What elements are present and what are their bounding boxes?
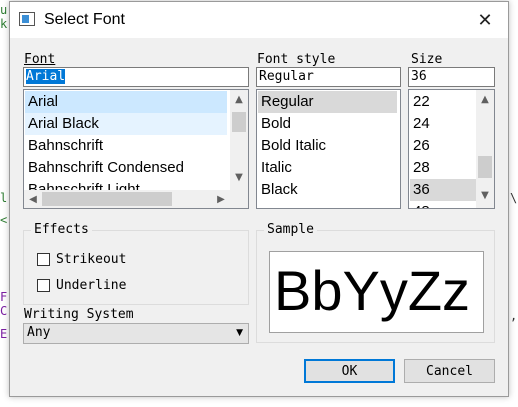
- list-item[interactable]: 36: [410, 179, 477, 201]
- sample-text: BbYyZz: [274, 259, 471, 322]
- scroll-up-icon[interactable]: ▲: [476, 90, 494, 108]
- cancel-button[interactable]: Cancel: [404, 359, 495, 383]
- list-item[interactable]: 22: [410, 91, 477, 113]
- scroll-thumb[interactable]: [232, 112, 246, 132]
- background-fragment: k: [0, 17, 8, 31]
- select-font-dialog: Select Font ✕ Font Arial Arial Arial Bla…: [9, 1, 509, 397]
- title-bar: Select Font ✕: [10, 2, 508, 38]
- list-item[interactable]: Black: [258, 179, 397, 201]
- list-item[interactable]: Bahnschrift: [25, 135, 227, 157]
- effects-group: Effects Strikeout Underline: [23, 222, 249, 305]
- size-list[interactable]: 22 24 26 28 36 48 ▲ ▼: [408, 89, 495, 209]
- list-item[interactable]: Italic: [258, 157, 397, 179]
- background-fragment: <: [0, 213, 8, 227]
- effects-group-title: Effects: [31, 222, 92, 237]
- font-style-list[interactable]: Regular Bold Bold Italic Italic Black: [256, 89, 401, 209]
- size-list-vertical-scrollbar[interactable]: ▲ ▼: [476, 90, 494, 208]
- chevron-down-icon: ▼: [236, 328, 243, 338]
- writing-system-select[interactable]: Any ▼: [23, 323, 249, 344]
- font-list-vertical-scrollbar[interactable]: ▲ ▼: [230, 90, 248, 190]
- writing-system-label: Writing System: [24, 307, 134, 322]
- font-style-input[interactable]: Regular: [256, 67, 401, 87]
- background-fragment: \: [510, 191, 518, 205]
- size-label: Size: [411, 52, 443, 67]
- list-item[interactable]: 48: [410, 201, 477, 208]
- ok-button[interactable]: OK: [304, 359, 395, 383]
- underline-label: Underline: [56, 278, 127, 293]
- underline-checkbox[interactable]: [37, 279, 50, 292]
- scroll-thumb[interactable]: [42, 192, 172, 206]
- scroll-left-icon[interactable]: ◀: [24, 190, 42, 208]
- scroll-down-icon[interactable]: ▼: [230, 168, 248, 186]
- strikeout-label: Strikeout: [56, 252, 127, 267]
- background-fragment: C: [0, 304, 8, 318]
- scroll-right-icon[interactable]: ▶: [212, 190, 230, 208]
- font-label: Font: [24, 52, 56, 67]
- close-button[interactable]: ✕: [462, 2, 508, 38]
- background-fragment: u: [0, 3, 8, 17]
- list-item[interactable]: Arial Black: [25, 113, 227, 135]
- strikeout-checkbox[interactable]: [37, 253, 50, 266]
- font-name-selected-text: Arial: [26, 69, 66, 84]
- background-fragment: F: [0, 290, 8, 304]
- list-item[interactable]: 28: [410, 157, 477, 179]
- scroll-thumb[interactable]: [478, 156, 492, 178]
- sample-group-title: Sample: [264, 222, 317, 237]
- list-item[interactable]: 26: [410, 135, 477, 157]
- scroll-up-icon[interactable]: ▲: [230, 90, 248, 108]
- background-fragment: l: [0, 191, 8, 205]
- list-item[interactable]: Bold Italic: [258, 135, 397, 157]
- font-list[interactable]: Arial Arial Black Bahnschrift Bahnschrif…: [23, 89, 249, 209]
- scroll-corner: [230, 190, 248, 208]
- background-fragment: Ε: [0, 327, 8, 341]
- size-input[interactable]: 36: [408, 67, 495, 87]
- font-style-label: Font style: [257, 52, 336, 67]
- scroll-down-icon[interactable]: ▼: [476, 186, 494, 204]
- list-item[interactable]: Bold: [258, 113, 397, 135]
- list-item[interactable]: Bahnschrift Condensed: [25, 157, 227, 179]
- sample-group: Sample BbYyZz: [256, 222, 495, 343]
- close-icon: ✕: [477, 9, 493, 31]
- app-window-icon: [19, 12, 35, 26]
- background-fragment: ,: [510, 309, 518, 323]
- font-list-horizontal-scrollbar[interactable]: ◀ ▶: [24, 190, 230, 208]
- writing-system-value: Any: [27, 325, 51, 340]
- font-name-input[interactable]: Arial: [23, 67, 249, 87]
- list-item[interactable]: 24: [410, 113, 477, 135]
- list-item[interactable]: Regular: [258, 91, 397, 113]
- sample-preview: BbYyZz: [269, 251, 484, 333]
- dialog-title: Select Font: [44, 11, 125, 28]
- list-item[interactable]: Arial: [25, 91, 227, 113]
